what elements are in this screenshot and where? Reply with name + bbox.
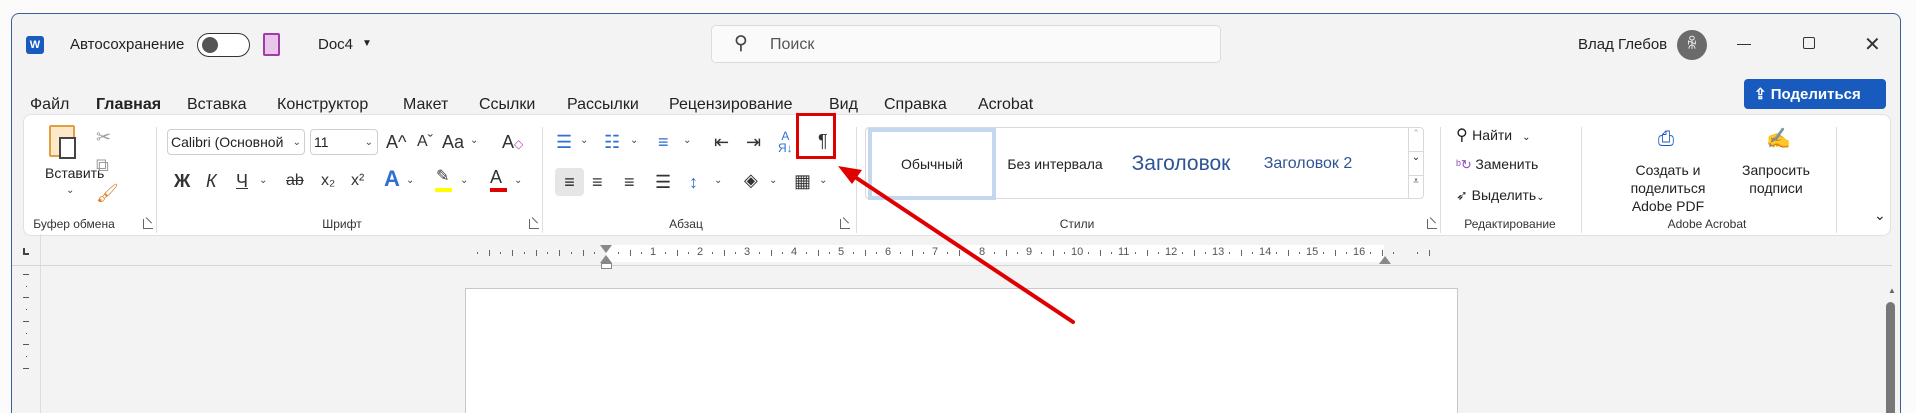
annotation-arrow — [838, 166, 1075, 324]
